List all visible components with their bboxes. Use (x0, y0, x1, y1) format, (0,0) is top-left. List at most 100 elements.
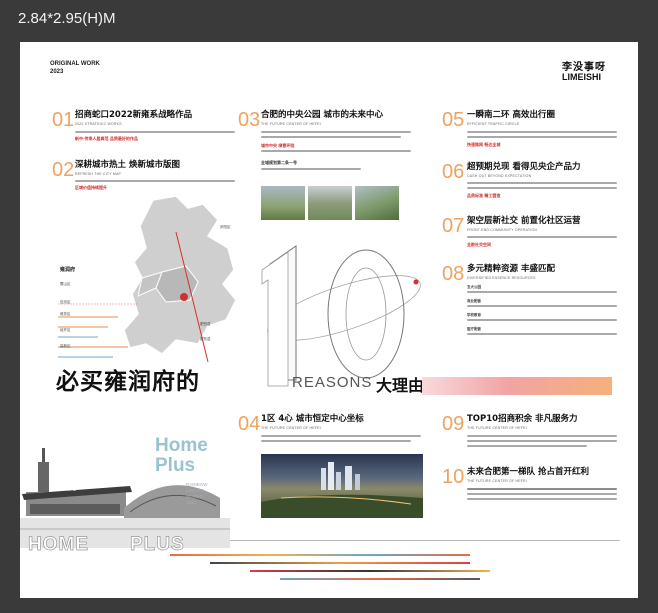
section-10-title: 未来合肥第一梯队 抢占首开红利 (467, 467, 589, 477)
section-07-title: 架空层新社交 前置化社区运营 (467, 216, 581, 226)
section-08-title: 多元精粹资源 丰盛匹配 (467, 264, 555, 274)
logo-chinese: 李没事呀 (562, 62, 606, 73)
home-plus-sub-line: 2023 (186, 500, 197, 505)
map-label-area: 高新区 (60, 344, 71, 348)
text-line (467, 291, 617, 293)
text-line (467, 236, 617, 238)
map-label-district: 肥东县 (200, 337, 211, 341)
station-sign: 合肥南站 (56, 486, 77, 492)
logo-english: LIMEISHI (562, 72, 602, 82)
text-line (467, 305, 617, 307)
canvas-size-label: 2.84*2.95(H)M (18, 10, 116, 27)
park-photo (308, 186, 352, 220)
park-photo (261, 186, 305, 220)
section-02-highlight: 区域价值持续提升 (75, 185, 107, 190)
color-stripe (280, 578, 480, 580)
section-03-highlight: 城市中央 绿意环绕 (261, 143, 295, 148)
color-stripe (250, 570, 490, 572)
text-line (467, 440, 617, 442)
section-06-subtitle: CASH OUT BEYOND EXPECTATION (467, 174, 532, 178)
big-ten-graphic (261, 245, 421, 387)
text-line (467, 333, 617, 335)
resource-item: 医疗配套 (467, 327, 481, 331)
section-06-title: 超预期兑现 看得见央企产品力 (467, 162, 581, 172)
section-04-subtitle: THE FUTURE CENTER OF HEFEI (261, 426, 321, 430)
section-08-subtitle: DIVERSIFIED ESSENCE RESOURCES (467, 276, 536, 280)
footer-line (230, 540, 620, 541)
text-line (467, 187, 617, 189)
map-label-area: 政务区 (60, 312, 71, 316)
section-04-number: 04 (238, 413, 261, 435)
resource-item: 学校教育 (467, 313, 481, 317)
section-09-title: TOP10招商积余 非凡服务力 (467, 414, 578, 424)
section-01-highlight: 新中·传承人居典范 品质最好的作品 (75, 136, 138, 141)
section-07-number: 07 (442, 215, 465, 237)
home-outline-text: HOME (28, 534, 89, 556)
section-04-title: 1区 4心 城市恒定中心坐标 (261, 414, 364, 424)
section-01-title: 招商蛇口2022新雍系战略作品 (75, 110, 193, 120)
section-03-highlight-2: 全城规划第二条一号 (261, 160, 297, 165)
text-line (261, 136, 401, 138)
map-label-area: 经开区 (60, 328, 71, 332)
color-stripe (210, 562, 470, 564)
section-07-subtitle: FRONT-END COMMUNITY OPERATION (467, 228, 538, 232)
cityscape-skyline (261, 462, 423, 518)
text-line (261, 131, 411, 133)
home-plus-line1: Home (155, 435, 208, 456)
poster-board: ORIGINAL WORK 2023 李没事呀 LIMEISHI 01 招商蛇口… (20, 42, 638, 598)
text-line (467, 488, 617, 490)
map-label-district: 庐阳区 (220, 225, 231, 229)
map-label-district: 蜀山区 (60, 282, 71, 286)
text-line (467, 182, 617, 184)
reasons-label: REASONS (292, 374, 373, 391)
section-03-title: 合肥的中央公园 城市的未来中心 (261, 110, 383, 120)
original-work-text: ORIGINAL WORK (50, 61, 100, 67)
plus-outline-text: PLUS (130, 534, 185, 556)
map-label-project: 雍润府 (60, 267, 76, 273)
section-09-number: 09 (442, 413, 465, 435)
section-08-number: 08 (442, 263, 465, 285)
text-line (467, 136, 617, 138)
text-line (75, 131, 235, 133)
section-02-subtitle: REFRESH THE CITY MAP (75, 172, 122, 176)
text-line (261, 168, 361, 170)
home-plus-line2: Plus (155, 455, 196, 476)
map-label-district: 包河区 (60, 300, 71, 304)
text-line (467, 131, 617, 133)
city-map (58, 195, 237, 362)
text-line (467, 493, 617, 495)
section-05-number: 05 (442, 109, 465, 131)
text-line (467, 445, 587, 447)
text-line (467, 319, 617, 321)
section-09-subtitle: THE FUTURE CENTER OF HEFEI (467, 426, 527, 430)
home-plus-logo: Home Plus (155, 436, 208, 476)
section-02-number: 02 (52, 159, 75, 181)
section-03-number: 03 (238, 109, 261, 131)
text-line (467, 498, 617, 500)
text-line (261, 440, 411, 442)
section-01-subtitle: 2022 STRATEGIC WORKS (75, 122, 122, 126)
resource-item: 五大公园 (467, 285, 481, 289)
section-10-number: 10 (442, 466, 465, 488)
year-text: 2023 (50, 69, 64, 75)
map-label-district: 肥西县 (200, 322, 211, 326)
text-line (467, 435, 617, 437)
main-headline-suffix: 大理由 (376, 376, 425, 395)
section-10-subtitle: THE FUTURE CENTER OF HEFEI (467, 479, 527, 483)
gradient-bar (422, 377, 612, 395)
cityscape-photo (261, 454, 423, 518)
park-photo (355, 186, 399, 220)
section-02-title: 深耕城市热土 焕新城市版图 (75, 160, 180, 170)
resource-item: 商业配套 (467, 299, 481, 303)
section-03-subtitle: THE FUTURE CENTER OF HEFEI (261, 122, 321, 126)
section-05-highlight: 快速路网 畅达全城 (467, 142, 501, 147)
section-05-title: 一瞬南二环 高效出行圈 (467, 110, 555, 120)
main-headline: 必买雍润府的 (56, 369, 200, 395)
original-work-label: ORIGINAL WORK 2023 (50, 60, 100, 76)
text-line (261, 150, 411, 152)
section-05-subtitle: EFFICIENT TRAFFIC CIRCLE (467, 122, 520, 126)
text-line (75, 180, 235, 182)
home-plus-subtitle: RAINBOW LINKING WORLD 2023 (186, 482, 208, 506)
section-07-highlight: 全龄社交空间 (467, 242, 491, 247)
section-06-number: 06 (442, 161, 465, 183)
